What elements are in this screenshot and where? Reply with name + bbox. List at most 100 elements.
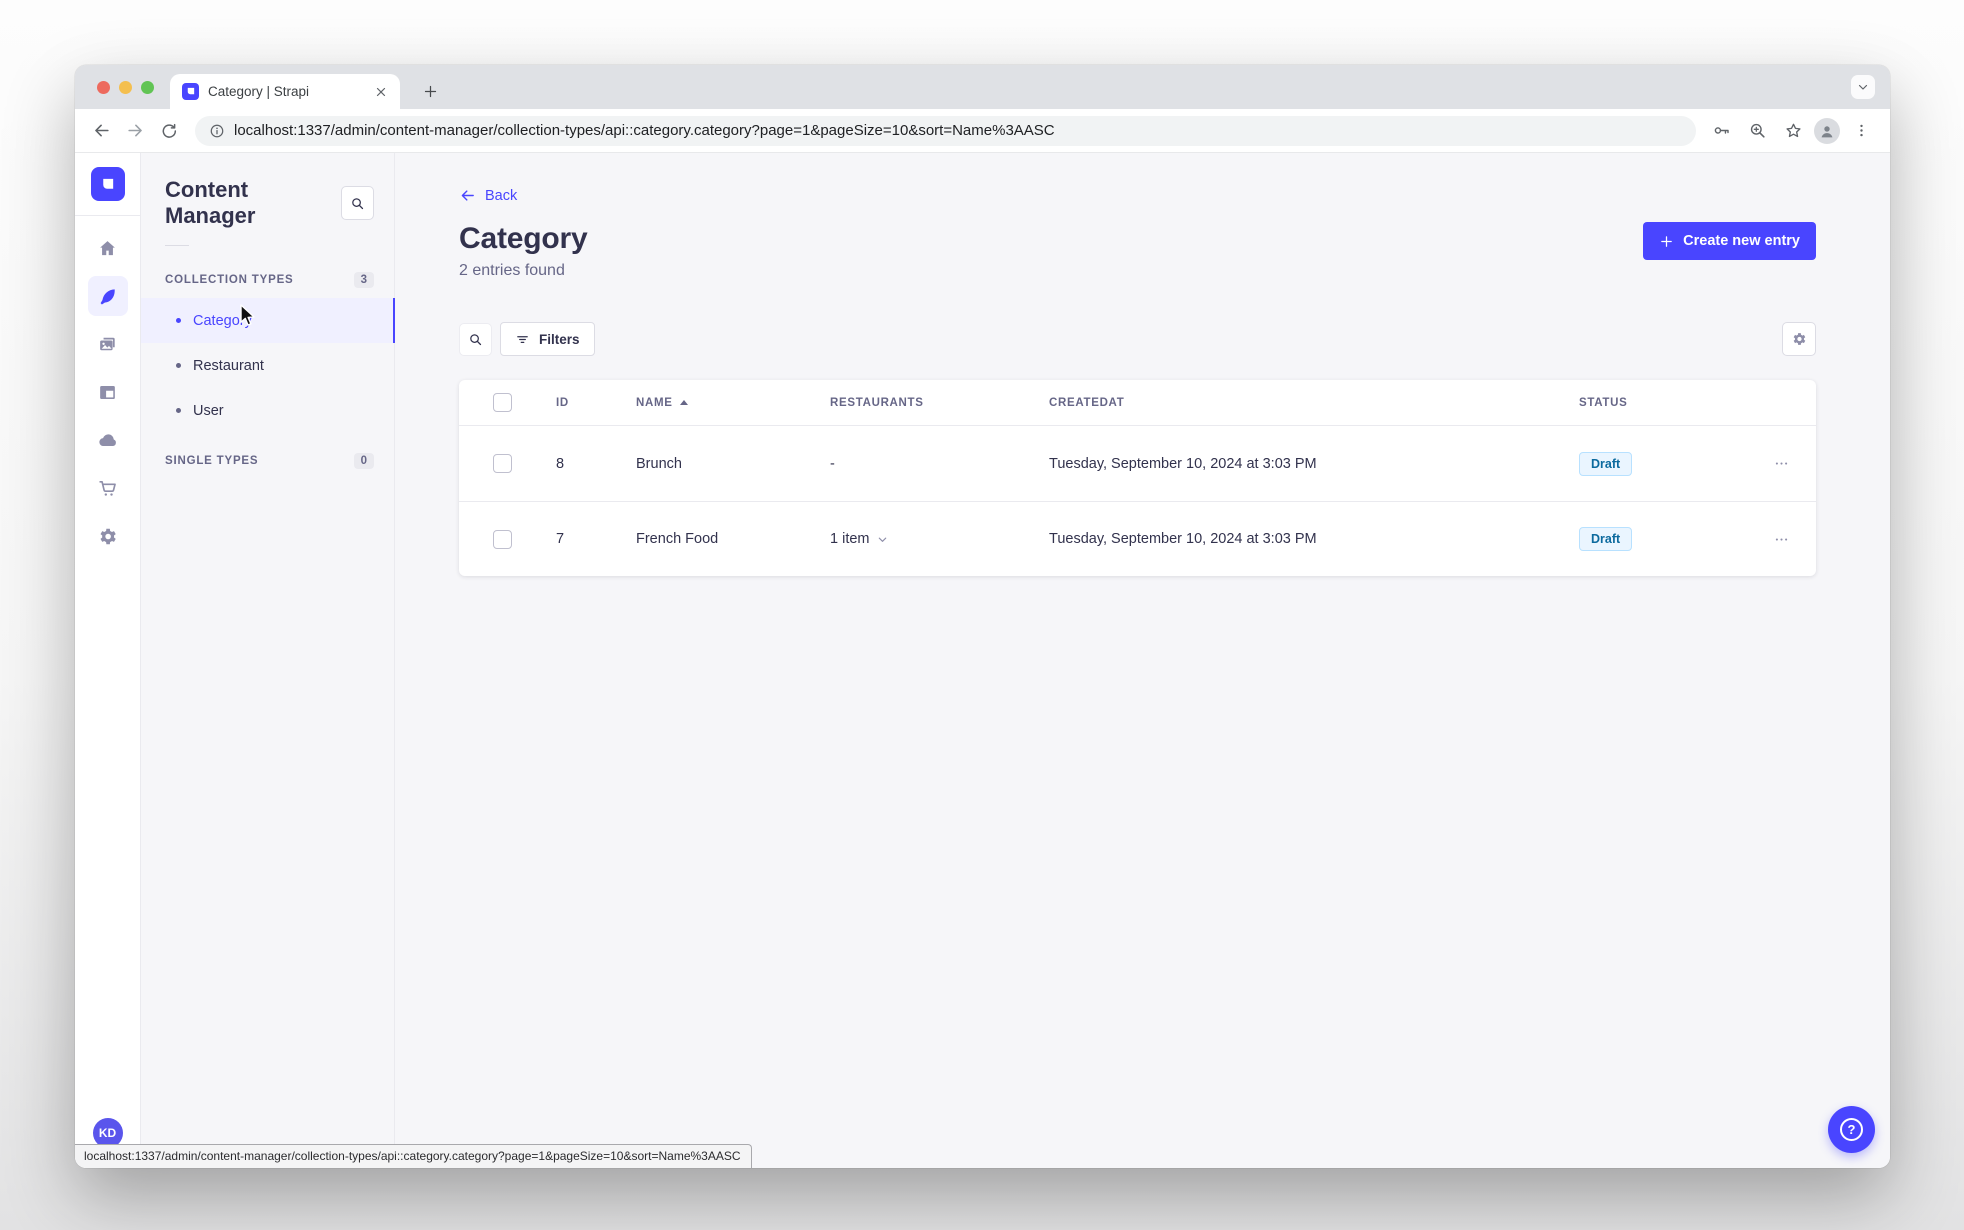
browser-tab[interactable]: Category | Strapi bbox=[170, 74, 400, 109]
sidebar-item-label: User bbox=[193, 402, 224, 419]
rail-divider bbox=[75, 215, 140, 216]
strapi-logo[interactable] bbox=[90, 167, 125, 201]
zoom-in-icon[interactable] bbox=[1742, 116, 1772, 146]
table-row[interactable]: 8 Brunch - Tuesday, September 10, 2024 a… bbox=[459, 426, 1816, 501]
mouse-cursor bbox=[239, 304, 258, 328]
row-checkbox[interactable] bbox=[493, 529, 512, 549]
row-menu-icon[interactable] bbox=[1773, 531, 1816, 548]
filters-button[interactable]: Filters bbox=[500, 322, 595, 356]
select-all-checkbox[interactable] bbox=[493, 393, 512, 412]
create-new-entry-button[interactable]: Create new entry bbox=[1643, 222, 1816, 260]
back-link[interactable]: Back bbox=[459, 187, 517, 204]
status-bar-url: localhost:1337/admin/content-manager/col… bbox=[75, 1144, 752, 1168]
browser-menu-icon[interactable] bbox=[1846, 116, 1876, 146]
traffic-lights bbox=[97, 81, 154, 94]
sort-ascending-icon bbox=[679, 400, 688, 405]
toolbar-actions bbox=[1706, 116, 1876, 146]
tab-strip: Category | Strapi bbox=[75, 65, 1890, 109]
search-button[interactable] bbox=[459, 322, 492, 356]
new-tab-button[interactable] bbox=[417, 78, 443, 104]
create-button-label: Create new entry bbox=[1683, 233, 1800, 249]
single-types-count-badge: 0 bbox=[353, 453, 374, 469]
bullet-icon bbox=[176, 363, 181, 368]
tab-close-icon[interactable] bbox=[372, 83, 390, 101]
url-text: localhost:1337/admin/content-manager/col… bbox=[234, 122, 1055, 139]
page-info-icon[interactable] bbox=[209, 123, 225, 139]
bullet-icon bbox=[176, 408, 181, 413]
browser-profile-avatar[interactable] bbox=[1814, 117, 1840, 144]
single-types-label: SINGLE TYPES bbox=[165, 455, 259, 467]
column-header-restaurants[interactable]: RESTAURANTS bbox=[830, 397, 1049, 409]
cell-id: 7 bbox=[556, 531, 565, 547]
table-row[interactable]: 7 French Food 1 item Tuesday, September … bbox=[459, 501, 1816, 576]
main-content: Back Category 2 entries found Create new… bbox=[395, 153, 1890, 1168]
single-types-section: SINGLE TYPES 0 bbox=[141, 453, 394, 469]
bookmark-star-icon[interactable] bbox=[1778, 116, 1808, 146]
url-bar[interactable]: localhost:1337/admin/content-manager/col… bbox=[195, 115, 1696, 146]
entries-table: ID NAME RESTAURANTS CREATEDAT STATUS 8 B… bbox=[459, 380, 1816, 576]
browser-window: Category | Strapi localhost:1337/admin/c… bbox=[75, 65, 1890, 1168]
column-header-name[interactable]: NAME bbox=[636, 397, 830, 409]
cell-name: French Food bbox=[636, 531, 719, 547]
sidebar-item-marketplace[interactable] bbox=[88, 468, 128, 508]
entries-count: 2 entries found bbox=[459, 262, 565, 279]
main-nav-rail: KD bbox=[75, 153, 141, 1168]
forward-nav-icon[interactable] bbox=[119, 115, 151, 147]
strapi-admin: KD Content Manager COLLECTION TYPES 3 Ca… bbox=[75, 153, 1890, 1168]
sidebar-item-content-type-builder[interactable] bbox=[88, 372, 128, 412]
password-key-icon[interactable] bbox=[1706, 116, 1736, 146]
sidebar-item-media-library[interactable] bbox=[88, 324, 128, 364]
row-checkbox[interactable] bbox=[493, 454, 512, 473]
tab-title: Category | Strapi bbox=[208, 84, 310, 99]
subnav-title: Content Manager bbox=[165, 177, 256, 228]
status-badge: Draft bbox=[1579, 527, 1633, 551]
collection-types-section: COLLECTION TYPES 3 bbox=[141, 272, 394, 288]
sidebar-item-user[interactable]: User bbox=[141, 388, 394, 433]
filters-label: Filters bbox=[539, 331, 580, 347]
window-minimize-button[interactable] bbox=[119, 81, 132, 94]
cell-createdat: Tuesday, September 10, 2024 at 3:03 PM bbox=[1049, 531, 1317, 547]
bullet-icon bbox=[176, 318, 181, 323]
column-header-createdat[interactable]: CREATEDAT bbox=[1049, 397, 1579, 409]
window-zoom-button[interactable] bbox=[141, 81, 154, 94]
sidebar-item-settings[interactable] bbox=[88, 516, 128, 556]
rail-items bbox=[87, 228, 128, 556]
collection-types-count-badge: 3 bbox=[353, 272, 374, 288]
sidebar-item-content-manager[interactable] bbox=[87, 276, 128, 316]
cell-restaurants[interactable]: 1 item bbox=[830, 531, 1049, 547]
cell-id: 8 bbox=[556, 455, 565, 472]
back-label: Back bbox=[485, 187, 518, 204]
chevron-down-icon bbox=[878, 537, 886, 542]
sidebar-item-cloud[interactable] bbox=[88, 420, 128, 460]
list-toolbar: Filters bbox=[459, 322, 1816, 356]
cell-name: Brunch bbox=[636, 455, 682, 472]
sidebar-item-label: Restaurant bbox=[193, 357, 264, 374]
row-menu-icon[interactable] bbox=[1773, 455, 1816, 472]
browser-toolbar: localhost:1337/admin/content-manager/col… bbox=[75, 109, 1890, 153]
back-nav-icon[interactable] bbox=[85, 115, 117, 147]
page-title: Category bbox=[459, 222, 588, 255]
sidebar-item-home[interactable] bbox=[88, 228, 128, 268]
collection-types-list: Category Restaurant User bbox=[141, 298, 395, 433]
column-header-status[interactable]: STATUS bbox=[1579, 397, 1749, 409]
sidebar-item-restaurant[interactable]: Restaurant bbox=[141, 343, 394, 388]
help-button[interactable]: ? bbox=[1828, 1106, 1875, 1153]
view-settings-gear-icon[interactable] bbox=[1782, 322, 1816, 356]
plus-icon bbox=[1661, 235, 1672, 247]
question-mark-icon: ? bbox=[1840, 1118, 1863, 1141]
filter-icon bbox=[517, 335, 528, 343]
status-badge: Draft bbox=[1579, 451, 1633, 476]
tab-search-chevron-icon[interactable] bbox=[1851, 75, 1875, 99]
collection-types-label: COLLECTION TYPES bbox=[165, 274, 294, 286]
cell-createdat: Tuesday, September 10, 2024 at 3:03 PM bbox=[1049, 455, 1317, 472]
strapi-favicon-icon bbox=[182, 83, 199, 100]
window-close-button[interactable] bbox=[97, 81, 110, 94]
sidebar-item-category[interactable]: Category bbox=[141, 298, 395, 343]
cell-restaurants: - bbox=[830, 455, 835, 472]
subnav-divider bbox=[165, 245, 189, 246]
reload-icon[interactable] bbox=[153, 115, 185, 147]
content-manager-subnav: Content Manager COLLECTION TYPES 3 Categ… bbox=[141, 153, 395, 1168]
column-header-id[interactable]: ID bbox=[556, 397, 636, 409]
subnav-search-button[interactable] bbox=[340, 186, 374, 220]
table-header-row: ID NAME RESTAURANTS CREATEDAT STATUS bbox=[459, 380, 1816, 426]
